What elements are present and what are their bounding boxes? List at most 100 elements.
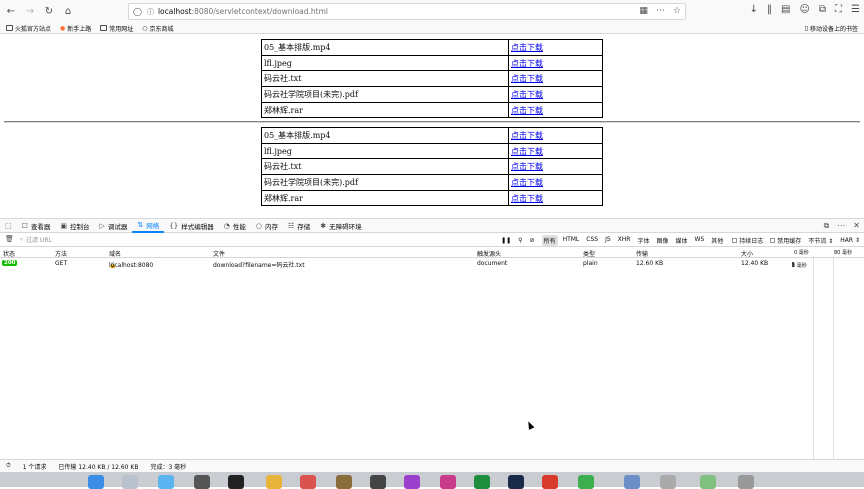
app-icon[interactable]	[660, 475, 676, 489]
mobile-bookmarks[interactable]: ▯ 移动设备上的书签	[805, 24, 858, 33]
type-filter-button[interactable]: 所有	[541, 235, 558, 246]
app-icon[interactable]	[624, 475, 640, 489]
tab-style-editor[interactable]: {} 样式编辑器	[164, 219, 218, 233]
bookmark-label: 京东商城	[149, 25, 174, 33]
bookmark-star-icon[interactable]: ☆	[673, 6, 681, 16]
type-filter-button[interactable]: 字体	[635, 235, 651, 246]
stopwatch-icon[interactable]: ⏱	[6, 462, 11, 470]
account-icon[interactable]: ☺	[799, 4, 809, 15]
launchpad-icon[interactable]	[122, 475, 138, 489]
forward-icon[interactable]: →	[22, 4, 38, 20]
app-icon[interactable]	[508, 475, 524, 489]
screenshot-icon[interactable]: ⧉	[819, 4, 826, 15]
type-filter-button[interactable]: CSS	[584, 235, 600, 246]
download-link[interactable]: 点击下载	[511, 131, 543, 140]
col-cause[interactable]: 触发源头	[477, 249, 501, 258]
download-link[interactable]: 点击下载	[511, 106, 543, 115]
url-text[interactable]: localhost:8080/servletcontext/download.h…	[158, 7, 328, 16]
filter-url-input[interactable]: ▿ 过滤 URL	[20, 235, 52, 244]
tab-network[interactable]: ⇅ 网络	[132, 219, 165, 233]
url-bar[interactable]: ◯ ⓘ localhost:8080/servletcontext/downlo…	[128, 3, 686, 20]
app-icon[interactable]	[266, 475, 282, 489]
download-link[interactable]: 点击下载	[511, 43, 543, 52]
close-icon[interactable]: ✕	[853, 221, 860, 231]
tab-inspector[interactable]: ☐ 查看器	[17, 219, 56, 233]
library-icon[interactable]: ‖	[767, 4, 772, 15]
info-icon[interactable]: ⓘ	[147, 7, 154, 17]
file-table: 05_基本排版.mp4 点击下载 lfl.jpeg 点击下载 码云社.txt 点击下载 码云…	[261, 127, 603, 207]
app-icon[interactable]	[474, 475, 490, 489]
type-filter-button[interactable]: HTML	[561, 235, 582, 246]
type-filter-button[interactable]: 媒体	[674, 235, 690, 246]
type-filter-button[interactable]: JS	[603, 235, 613, 246]
settings-icon[interactable]	[194, 475, 210, 489]
tab-debugger[interactable]: ▷ 调试器	[95, 219, 133, 233]
finder-icon[interactable]	[88, 475, 104, 489]
tab-accessibility[interactable]: ✱ 无障碍环境	[315, 219, 366, 233]
app-icon[interactable]	[542, 475, 558, 489]
reload-icon[interactable]: ↻	[41, 4, 57, 20]
pause-icon[interactable]: ❚❚	[501, 237, 511, 244]
app-icon[interactable]	[404, 475, 420, 489]
block-icon[interactable]: ⊘	[530, 237, 535, 244]
tab-label: 无障碍环境	[329, 222, 362, 231]
tab-performance[interactable]: ◔ 性能	[219, 219, 251, 233]
col-timeline[interactable]: 0 毫秒	[794, 249, 809, 256]
back-icon[interactable]: ←	[3, 4, 19, 20]
menu-icon[interactable]: ☰	[851, 4, 860, 15]
download-link[interactable]: 点击下载	[511, 178, 543, 187]
throttle-select[interactable]: 不节流 ⇕	[808, 236, 833, 245]
app-icon[interactable]	[228, 475, 244, 489]
bookmark-item[interactable]: 火狐官方站点	[6, 24, 51, 33]
type-filter-button[interactable]: 图像	[654, 235, 670, 246]
table-row[interactable]: 200 GET 🔒 localhost:8080 download?filena…	[0, 258, 864, 269]
download-link[interactable]: 点击下载	[511, 59, 543, 68]
app-icon[interactable]	[336, 475, 352, 489]
search-icon[interactable]: ⚲	[518, 237, 522, 244]
col-file[interactable]: 文件	[213, 249, 225, 258]
type-filter-button[interactable]: XHR	[616, 235, 633, 246]
type-filter-button[interactable]: 其他	[709, 235, 725, 246]
type-filter-button[interactable]: WS	[693, 235, 707, 246]
download-link[interactable]: 点击下载	[511, 147, 543, 156]
app-icon[interactable]	[300, 475, 316, 489]
tab-storage[interactable]: ☷ 存储	[283, 219, 315, 233]
home-icon[interactable]: ⌂	[60, 4, 76, 20]
download-icon[interactable]: ↓	[750, 4, 758, 15]
tab-console[interactable]: ▣ 控制台	[55, 219, 94, 233]
crop-icon[interactable]: ⛶	[835, 4, 842, 15]
dock-side-icon[interactable]: ⧉	[824, 221, 830, 231]
bookmark-item[interactable]: ○ 京东商城	[142, 24, 173, 33]
download-cell: 点击下载	[508, 39, 603, 56]
col-domain[interactable]: 域名	[109, 249, 121, 258]
col-method[interactable]: 方法	[55, 249, 67, 258]
disable-cache-checkbox[interactable]: 禁用缓存	[770, 236, 801, 245]
persist-logs-checkbox[interactable]: 持续日志	[732, 236, 763, 245]
app-icon[interactable]	[700, 475, 716, 489]
app-icon[interactable]	[578, 475, 594, 489]
col-transferred[interactable]: 传输	[636, 249, 648, 258]
more-options-icon[interactable]: ⋯	[837, 221, 845, 231]
download-link[interactable]: 点击下载	[511, 162, 543, 171]
filter-icon: ▿	[20, 236, 24, 243]
download-link[interactable]: 点击下载	[511, 90, 543, 99]
bookmark-item[interactable]: 常用网址	[100, 24, 133, 33]
sidebar-icon[interactable]: ▤	[781, 4, 790, 15]
more-icon[interactable]: ⋯	[656, 6, 665, 16]
qr-code-icon[interactable]: ▦	[639, 6, 648, 16]
terminal-icon[interactable]	[370, 475, 386, 489]
app-icon[interactable]	[440, 475, 456, 489]
bookmark-item[interactable]: ● 新手上路	[60, 24, 91, 33]
col-size[interactable]: 大小	[741, 249, 753, 258]
download-link[interactable]: 点击下载	[511, 74, 543, 83]
download-link[interactable]: 点击下载	[511, 194, 543, 203]
trash-dock-icon[interactable]	[738, 475, 754, 489]
safari-icon[interactable]	[158, 475, 174, 489]
har-menu[interactable]: HAR ⇕	[840, 237, 860, 244]
tab-memory[interactable]: ○ 内存	[251, 219, 283, 233]
shield-icon[interactable]: ◯	[133, 7, 142, 16]
col-type[interactable]: 类型	[583, 249, 595, 258]
trash-icon[interactable]: 🗑	[5, 235, 14, 243]
col-status[interactable]: 状态	[3, 249, 15, 258]
pick-element-icon[interactable]: ⬚	[0, 219, 17, 233]
